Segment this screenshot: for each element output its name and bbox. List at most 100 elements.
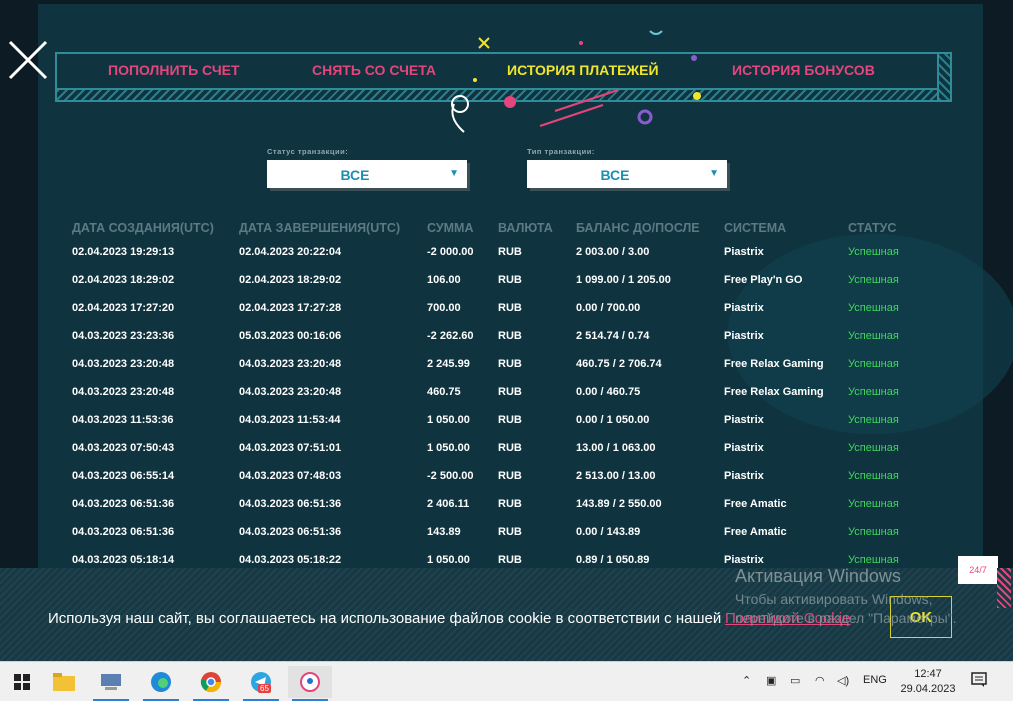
cell-amount: -2 262.60	[427, 330, 474, 342]
cell-completed-date: 04.03.2023 23:20:48	[239, 358, 342, 370]
volume-icon[interactable]: ◁)	[837, 674, 849, 687]
dropdown-arrow-icon: ▼	[709, 168, 719, 179]
cell-currency: RUB	[498, 330, 522, 342]
tab-bar-side	[937, 52, 952, 102]
cell-balance: 143.89 / 2 550.00	[576, 498, 662, 510]
cell-system: Free Amatic	[724, 498, 787, 510]
header-amount: СУММА	[427, 221, 474, 235]
cell-created-date: 02.04.2023 17:27:20	[72, 302, 175, 314]
cell-created-date: 04.03.2023 06:55:14	[72, 470, 175, 482]
tab-withdraw[interactable]: СНЯТЬ СО СЧЕТА	[312, 62, 436, 78]
table-header-row: ДАТА СОЗДАНИЯ(UTC) ДАТА ЗАВЕРШЕНИЯ(UTC) …	[66, 218, 934, 238]
cell-amount: 1 050.00	[427, 442, 470, 454]
table-row: 02.04.2023 18:29:02 02.04.2023 18:29:02 10…	[66, 266, 934, 294]
support-badge[interactable]: 24/7	[958, 556, 998, 584]
edge-browser-icon[interactable]	[139, 666, 183, 701]
cell-amount: -2 000.00	[427, 246, 474, 258]
cell-amount: 106.00	[427, 274, 461, 286]
table-row: 04.03.2023 06:51:36 04.03.2023 06:51:36 14…	[66, 518, 934, 546]
cell-balance: 2 003.00 / 3.00	[576, 246, 650, 258]
cell-system: Piastrix	[724, 442, 764, 454]
cell-currency: RUB	[498, 526, 522, 538]
cell-status: Успешная	[848, 246, 899, 258]
table-row: 04.03.2023 06:51:36 04.03.2023 06:51:36 2 …	[66, 490, 934, 518]
casino-app: ПОПОЛНИТЬ СЧЕТ СНЯТЬ СО СЧЕТА ИСТОРИЯ ПЛ…	[0, 0, 1013, 661]
cell-amount: 700.00	[427, 302, 461, 314]
battery-icon[interactable]: ▭	[790, 674, 800, 687]
cell-completed-date: 04.03.2023 11:53:44	[239, 414, 341, 426]
cell-balance: 0.00 / 143.89	[576, 526, 641, 538]
start-windows-icon[interactable]	[0, 666, 44, 698]
type-filter-value: ВСЕ	[600, 167, 630, 183]
cell-system: Free Relax Gaming	[724, 358, 824, 370]
header-status: СТАТУС	[848, 221, 897, 235]
cell-status: Успешная	[848, 302, 899, 314]
cell-amount: 460.75	[427, 386, 461, 398]
type-filter-select[interactable]: ВСЕ ▼	[527, 160, 727, 188]
cell-currency: RUB	[498, 274, 522, 286]
windows-taskbar: ⌃ ▣ ▭ ◠ ◁) ENG 12:47 29.04.2023	[0, 661, 1013, 701]
cell-currency: RUB	[498, 442, 522, 454]
header-balance: БАЛАНС ДО/ПОСЛЕ	[576, 221, 700, 235]
table-row: 04.03.2023 11:53:36 04.03.2023 11:53:44 1 …	[66, 406, 934, 434]
cell-currency: RUB	[498, 302, 522, 314]
header-completed-date: ДАТА ЗАВЕРШЕНИЯ(UTC)	[239, 221, 401, 235]
cell-completed-date: 04.03.2023 07:48:03	[239, 470, 342, 482]
tab-bonus-history[interactable]: ИСТОРИЯ БОНУСОВ	[732, 62, 875, 78]
cell-system: Piastrix	[724, 302, 764, 314]
cell-completed-date: 04.03.2023 06:51:36	[239, 526, 342, 538]
cell-created-date: 04.03.2023 23:23:36	[72, 330, 175, 342]
dropdown-arrow-icon: ▼	[449, 168, 459, 179]
table-row: 04.03.2023 23:20:48 04.03.2023 23:20:48 46…	[66, 378, 934, 406]
cell-created-date: 02.04.2023 18:29:02	[72, 274, 175, 286]
cell-created-date: 04.03.2023 11:53:36	[72, 414, 174, 426]
cell-system: Piastrix	[724, 470, 764, 482]
cell-currency: RUB	[498, 358, 522, 370]
payment-history-table: ДАТА СОЗДАНИЯ(UTC) ДАТА ЗАВЕРШЕНИЯ(UTC) …	[66, 218, 934, 574]
wifi-icon[interactable]: ◠	[815, 674, 825, 687]
cell-system: Piastrix	[724, 330, 764, 342]
cell-balance: 13.00 / 1 063.00	[576, 442, 656, 454]
tab-deposit[interactable]: ПОПОЛНИТЬ СЧЕТ	[108, 62, 240, 78]
file-explorer-icon[interactable]	[42, 666, 86, 698]
cell-currency: RUB	[498, 470, 522, 482]
status-filter-select[interactable]: ВСЕ ▼	[267, 160, 467, 188]
chrome-browser-icon[interactable]	[189, 666, 233, 701]
cell-created-date: 04.03.2023 23:20:48	[72, 386, 175, 398]
cell-amount: 1 050.00	[427, 414, 470, 426]
clock-date: 29.04.2023	[900, 683, 956, 695]
cell-status: Успешная	[848, 526, 899, 538]
network-app-icon[interactable]	[89, 666, 133, 701]
cell-completed-date: 05.03.2023 00:16:06	[239, 330, 342, 342]
cell-currency: RUB	[498, 246, 522, 258]
table-row: 04.03.2023 23:20:48 04.03.2023 23:20:48 2 …	[66, 350, 934, 378]
taskbar-clock[interactable]: 12:47 29.04.2023	[893, 667, 963, 697]
notification-icon[interactable]	[971, 672, 987, 693]
table-row: 04.03.2023 06:55:14 04.03.2023 07:48:03 -2…	[66, 462, 934, 490]
close-icon[interactable]	[6, 38, 50, 82]
header-created-date: ДАТА СОЗДАНИЯ(UTC)	[72, 221, 214, 235]
cell-completed-date: 04.03.2023 07:51:01	[239, 442, 342, 454]
cell-system: Piastrix	[724, 246, 764, 258]
cookie-text: Используя наш сайт, вы соглашаетесь на и…	[48, 610, 722, 627]
cell-currency: RUB	[498, 386, 522, 398]
cell-balance: 2 513.00 / 13.00	[576, 470, 656, 482]
cell-balance: 0.00 / 460.75	[576, 386, 641, 398]
cell-status: Успешная	[848, 358, 899, 370]
telegram-icon[interactable]	[239, 666, 283, 701]
cell-status: Успешная	[848, 274, 899, 286]
tray-chevron-up-icon[interactable]: ⌃	[742, 674, 751, 687]
language-indicator[interactable]: ENG	[863, 674, 887, 686]
cell-created-date: 04.03.2023 23:20:48	[72, 358, 175, 370]
cell-created-date: 02.04.2023 19:29:13	[72, 246, 175, 258]
cell-status: Успешная	[848, 498, 899, 510]
cell-created-date: 04.03.2023 07:50:43	[72, 442, 175, 454]
windows-activation-text: Чтобы активировать Windows, перейдите в …	[735, 591, 957, 626]
status-filter-label: Статус транзакции:	[267, 147, 349, 156]
cell-status: Успешная	[848, 414, 899, 426]
telegram-unread-badge: 65	[258, 684, 271, 693]
cell-currency: RUB	[498, 498, 522, 510]
tray-app-icon[interactable]: ▣	[766, 674, 776, 687]
cell-status: Успешная	[848, 470, 899, 482]
game-app-icon[interactable]	[288, 666, 332, 701]
